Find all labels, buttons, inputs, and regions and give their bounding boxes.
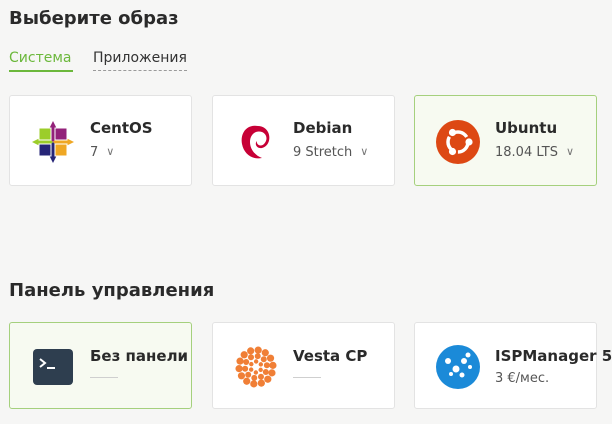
- panel-name: ISPManager 5: [495, 347, 612, 365]
- os-name: CentOS: [90, 119, 153, 137]
- os-version: 7: [90, 145, 99, 160]
- panel-card-vesta[interactable]: Vesta CP: [212, 322, 395, 409]
- centos-icon: [31, 120, 75, 164]
- panel-card-none[interactable]: Без панели: [9, 322, 192, 409]
- os-version: 18.04 LTS: [495, 145, 558, 160]
- panel-section-title: Панель управления: [9, 280, 215, 301]
- chevron-down-icon: ∨: [106, 145, 115, 158]
- panel-name: Без панели: [90, 347, 189, 365]
- ispmanager-icon: [436, 345, 480, 389]
- os-name: Debian: [293, 119, 353, 137]
- panel-card-ispmanager[interactable]: ISPManager 5 3 €/мес.: [414, 322, 612, 409]
- tab-applications[interactable]: Приложения: [93, 50, 187, 71]
- os-version: 9 Stretch: [293, 145, 353, 160]
- os-card-centos[interactable]: CentOS 7 ∨: [9, 95, 192, 186]
- ubuntu-icon: [436, 120, 480, 164]
- os-section-title: Выберите образ: [9, 8, 179, 29]
- no-price-dash: [293, 377, 321, 378]
- panel-name: Vesta CP: [293, 347, 368, 365]
- vesta-icon: [234, 345, 278, 389]
- terminal-icon: [31, 345, 75, 389]
- panel-price: 3 €/мес.: [495, 371, 550, 386]
- os-version-select[interactable]: 7 ∨: [90, 145, 114, 160]
- os-card-debian[interactable]: Debian 9 Stretch ∨: [212, 95, 395, 186]
- tab-system[interactable]: Система: [9, 50, 73, 72]
- os-version-select[interactable]: 18.04 LTS ∨: [495, 145, 574, 160]
- os-version-select[interactable]: 9 Stretch ∨: [293, 145, 368, 160]
- debian-icon: [234, 120, 278, 164]
- chevron-down-icon: ∨: [360, 145, 369, 158]
- chevron-down-icon: ∨: [566, 145, 575, 158]
- os-card-ubuntu[interactable]: Ubuntu 18.04 LTS ∨: [414, 95, 597, 186]
- no-price-dash: [90, 377, 118, 378]
- os-name: Ubuntu: [495, 119, 558, 137]
